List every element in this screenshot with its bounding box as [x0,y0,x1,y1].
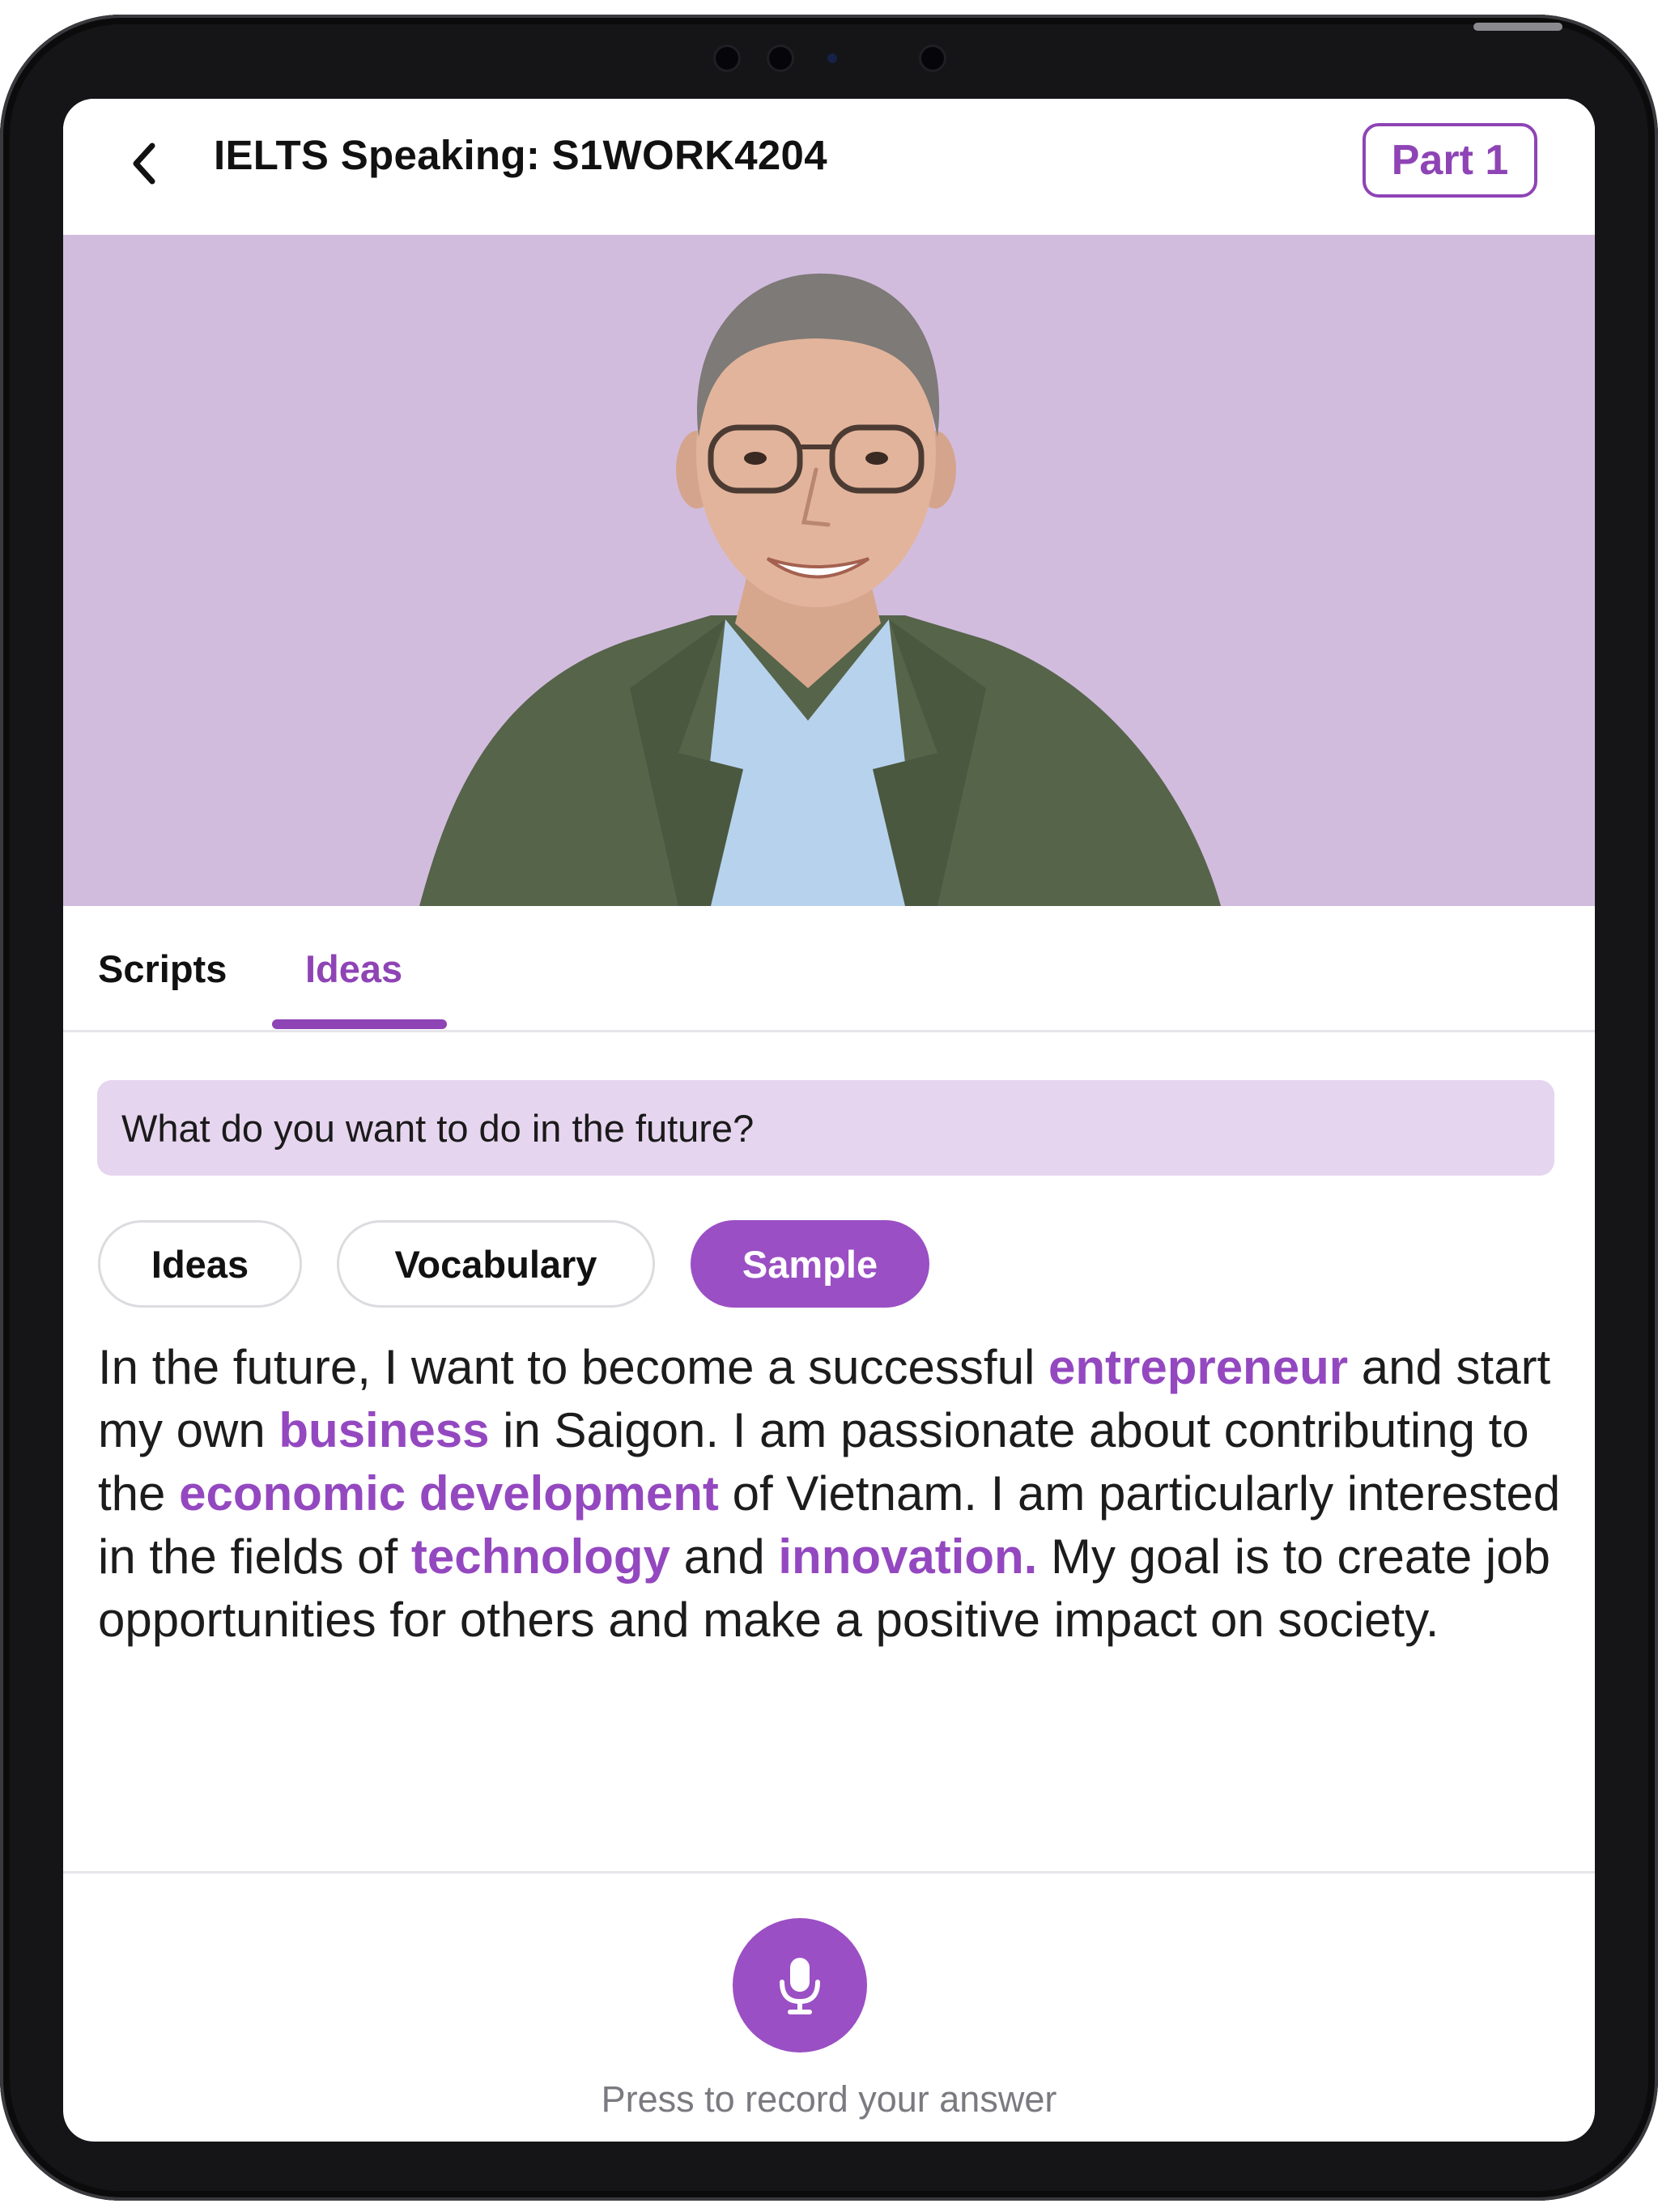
record-hint: Press to record your answer [601,2078,1057,2120]
tablet-frame: IELTS Speaking: S1WORK4204 Part 1 Script… [0,15,1658,2201]
ideas-pill[interactable]: Ideas [98,1220,302,1308]
tutor-video[interactable] [63,235,1595,906]
chevron-left-icon [133,143,155,185]
record-button[interactable] [733,1918,867,2052]
keyword[interactable]: economic development [179,1466,719,1521]
header: IELTS Speaking: S1WORK4204 Part 1 [63,99,1595,235]
microphone-icon [780,1958,820,2014]
page-title: IELTS Speaking: S1WORK4204 [214,132,827,178]
part-button[interactable]: Part 1 [1363,123,1537,198]
camera-sensors [704,47,963,76]
power-button [1473,23,1562,31]
app-screen: IELTS Speaking: S1WORK4204 Part 1 Script… [63,99,1595,2142]
question-text: What do you want to do in the future? [121,1106,755,1150]
tutor-portrait [419,273,1221,906]
footer-divider [63,1871,1595,1874]
question-banner: What do you want to do in the future? [97,1080,1554,1176]
back-button[interactable] [112,131,176,196]
sample-answer: In the future, I want to become a succes… [98,1336,1571,1652]
keyword[interactable]: innovation. [778,1529,1037,1584]
content-tabs: Scripts Ideas [63,906,1595,1032]
sample-text: In the future, I want to become a succes… [98,1340,1048,1394]
keyword[interactable]: business [278,1403,489,1457]
keyword[interactable]: technology [411,1529,670,1584]
keyword[interactable]: entrepreneur [1048,1340,1348,1394]
vocabulary-pill[interactable]: Vocabulary [337,1220,655,1308]
tab-ideas[interactable]: Ideas [305,946,402,991]
active-tab-indicator [272,1019,447,1029]
sample-pill[interactable]: Sample [691,1220,929,1308]
tab-scripts[interactable]: Scripts [98,946,227,991]
sample-text: and [670,1529,779,1584]
